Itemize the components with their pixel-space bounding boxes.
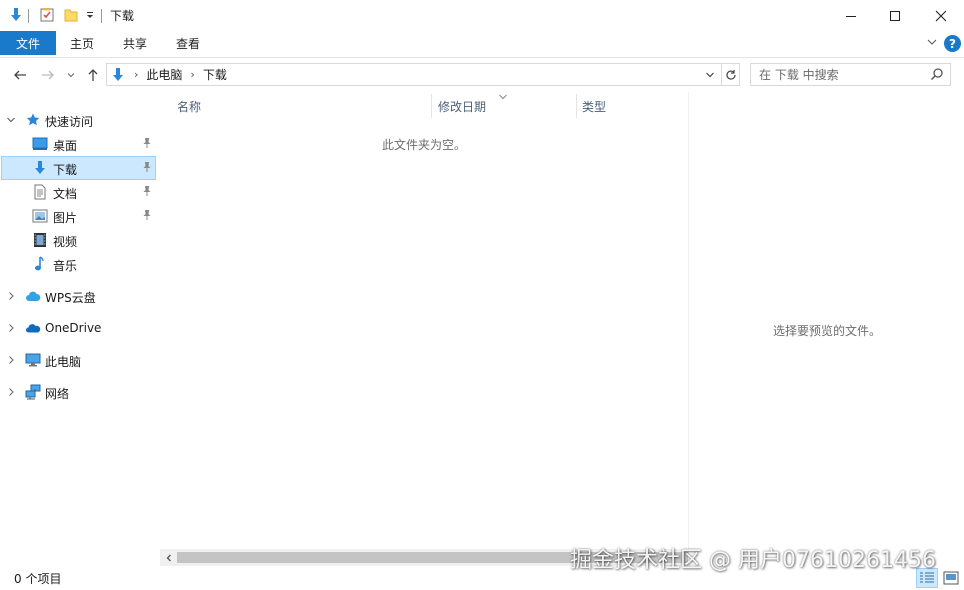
downloads-icon: [32, 160, 48, 176]
breadcrumb-separator[interactable]: ›: [134, 68, 138, 81]
quick-access-toolbar: [8, 5, 106, 27]
document-icon: [32, 184, 48, 200]
empty-folder-message: 此文件夹为空。: [381, 138, 466, 152]
nav-item-network[interactable]: 网络: [1, 380, 156, 404]
nav-label: 桌面: [53, 139, 78, 153]
expand-ribbon-icon[interactable]: [926, 36, 938, 51]
nav-label: 音乐: [53, 259, 78, 273]
column-header-name[interactable]: 名称: [177, 92, 201, 120]
collapse-chevron-icon[interactable]: [6, 114, 16, 126]
scroll-left-icon[interactable]: [160, 549, 177, 566]
address-bar[interactable]: › 此电脑 › 下载: [106, 63, 722, 86]
nav-label: 图片: [53, 211, 78, 225]
tab-share[interactable]: 共享: [111, 31, 159, 55]
nav-label: OneDrive: [45, 321, 102, 335]
new-folder-icon[interactable]: [63, 7, 79, 26]
ribbon-bar: 文件 主页 共享 查看 ?: [0, 31, 964, 58]
nav-item-downloads[interactable]: 下载: [1, 156, 156, 180]
nav-label: 快速访问: [45, 115, 94, 129]
nav-item-onedrive[interactable]: OneDrive: [1, 316, 156, 340]
address-history-dropdown-icon[interactable]: [699, 64, 721, 85]
column-header-date-modified[interactable]: 修改日期: [438, 92, 486, 120]
nav-label: 网络: [45, 387, 70, 401]
close-button[interactable]: [918, 0, 964, 31]
tab-view[interactable]: 查看: [164, 31, 212, 55]
downloads-icon: [110, 67, 126, 83]
pin-icon[interactable]: [142, 161, 152, 176]
preview-pane-divider[interactable]: [688, 92, 689, 562]
expand-chevron-icon[interactable]: [6, 322, 16, 334]
desktop-icon: [32, 136, 48, 152]
tab-home[interactable]: 主页: [58, 31, 106, 55]
expand-chevron-icon[interactable]: [6, 386, 16, 398]
column-divider[interactable]: [576, 94, 577, 118]
expand-chevron-icon[interactable]: [6, 354, 16, 366]
star-icon: [25, 112, 41, 128]
pin-icon[interactable]: [142, 185, 152, 200]
tab-file[interactable]: 文件: [0, 31, 56, 55]
breadcrumb-separator[interactable]: ›: [190, 68, 194, 81]
breadcrumb-this-pc[interactable]: 此电脑: [146, 66, 182, 83]
nav-label: 视频: [53, 235, 78, 249]
network-icon: [25, 384, 41, 400]
column-header-type[interactable]: 类型: [582, 92, 606, 120]
refresh-button[interactable]: [722, 63, 740, 86]
onedrive-cloud-icon: [25, 320, 41, 336]
watermark-text: 掘金技术社区 @ 用户07610261456: [570, 548, 936, 573]
music-note-icon: [32, 256, 48, 272]
properties-icon[interactable]: [39, 7, 55, 26]
search-input[interactable]: [759, 64, 929, 85]
picture-icon: [32, 208, 48, 224]
back-button[interactable]: [10, 65, 30, 85]
customize-qat-dropdown-icon[interactable]: [85, 9, 95, 23]
title-bar: 下载: [0, 0, 964, 31]
column-divider[interactable]: [431, 94, 432, 118]
recent-locations-dropdown[interactable]: [64, 65, 78, 85]
video-icon: [32, 232, 48, 248]
nav-item-videos[interactable]: 视频: [1, 228, 156, 252]
maximize-button[interactable]: [872, 0, 918, 31]
search-icon[interactable]: [930, 67, 944, 84]
item-count: 0 个项目: [14, 572, 62, 586]
nav-label: 此电脑: [45, 355, 82, 369]
nav-item-this-pc[interactable]: 此电脑: [1, 348, 156, 372]
nav-item-wps-cloud[interactable]: WPS云盘: [1, 284, 156, 308]
breadcrumb-downloads[interactable]: 下载: [203, 66, 227, 83]
nav-item-quick-access[interactable]: 快速访问: [1, 108, 156, 132]
nav-label: WPS云盘: [45, 291, 96, 305]
nav-item-documents[interactable]: 文档: [1, 180, 156, 204]
nav-label: 文档: [53, 187, 78, 201]
sort-chevron-icon: [498, 90, 508, 104]
window-title: 下载: [110, 9, 135, 23]
nav-item-music[interactable]: 音乐: [1, 252, 156, 276]
large-icons-view-icon: [943, 571, 959, 585]
minimize-button[interactable]: [828, 0, 874, 31]
cloud-icon: [25, 288, 41, 304]
navigation-pane: 快速访问 桌面 下载 文档 图片 视频 音乐 WPS云盘 OneDrive 此电…: [0, 92, 158, 560]
expand-chevron-icon[interactable]: [6, 290, 16, 302]
computer-icon: [25, 352, 41, 368]
up-button[interactable]: [84, 65, 102, 85]
navigation-bar: › 此电脑 › 下载: [0, 59, 964, 91]
preview-pane-message: 选择要预览的文件。: [772, 324, 881, 338]
pin-icon[interactable]: [142, 137, 152, 152]
help-button[interactable]: ?: [944, 35, 961, 52]
nav-item-desktop[interactable]: 桌面: [1, 132, 156, 156]
nav-item-pictures[interactable]: 图片: [1, 204, 156, 228]
nav-label: 下载: [53, 163, 78, 177]
pin-icon[interactable]: [142, 209, 152, 224]
large-icons-view-button[interactable]: [940, 568, 962, 588]
downloads-icon[interactable]: [8, 7, 24, 26]
forward-button[interactable]: [38, 65, 58, 85]
search-box[interactable]: [750, 63, 951, 86]
